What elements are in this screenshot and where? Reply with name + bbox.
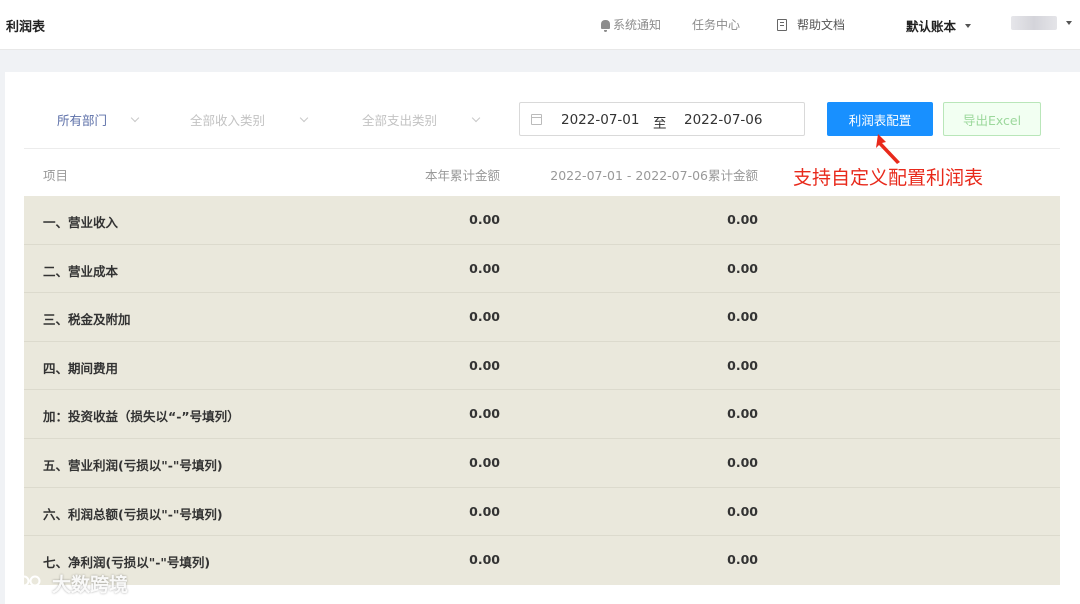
row-period-value: 0.00	[727, 455, 758, 470]
row-name: 二、营业成本	[43, 263, 119, 279]
task-center-link[interactable]: 任务中心	[692, 16, 740, 33]
caret-down-icon	[1066, 21, 1072, 25]
watermark-text: 大数跨境	[52, 574, 129, 596]
table-row: 五、营业利润(亏损以"-"号填列) 0.00 0.00	[24, 439, 1060, 488]
help-docs-link[interactable]: 帮助文档	[777, 16, 845, 33]
table-row: 一、营业收入 0.00 0.00	[24, 196, 1060, 245]
chevron-down-icon	[130, 113, 140, 122]
row-ytd-value: 0.00	[469, 552, 500, 568]
table-row: 加：投资收益（损失以“-”号填列） 0.00 0.00	[24, 390, 1060, 439]
system-notify-link[interactable]: 系统通知	[601, 16, 661, 33]
calendar-icon	[531, 114, 542, 125]
table-row: 二、营业成本 0.00 0.00	[24, 245, 1060, 294]
help-docs-label: 帮助文档	[797, 18, 846, 32]
top-bar: 利润表 系统通知 任务中心 帮助文档 默认账本	[0, 0, 1080, 50]
document-icon	[777, 18, 787, 31]
income-category-select[interactable]: 全部收入类别	[190, 110, 309, 129]
row-period-value: 0.00	[727, 260, 758, 276]
system-notify-label: 系统通知	[613, 18, 662, 32]
table-row: 六、利润总额(亏损以"-"号填列) 0.00 0.00	[24, 488, 1060, 537]
watermark: 大数跨境	[8, 570, 128, 597]
row-ytd-value: 0.00	[469, 309, 500, 325]
income-category-label: 全部收入类别	[190, 113, 266, 128]
expense-category-label: 全部支出类别	[362, 113, 438, 128]
expense-category-select[interactable]: 全部支出类别	[362, 110, 481, 129]
row-ytd-value: 0.00	[469, 503, 500, 519]
row-period-value: 0.00	[727, 552, 758, 568]
row-name: 一、营业收入	[43, 215, 119, 230]
column-header-ytd: 本年累计金额	[424, 168, 500, 183]
row-name: 四、期间费用	[43, 360, 119, 376]
row-name: 五、营业利润(亏损以"-"号填列)	[43, 458, 223, 473]
row-period-value: 0.00	[727, 212, 758, 227]
chevron-down-icon	[299, 113, 309, 122]
department-select-label: 所有部门	[57, 113, 108, 128]
avatar	[1011, 16, 1057, 30]
row-ytd-value: 0.00	[469, 260, 500, 276]
row-name: 七、净利润(亏损以"-"号填列)	[43, 555, 211, 571]
account-book-label: 默认账本	[906, 19, 957, 34]
row-period-value: 0.00	[727, 357, 758, 373]
watermark-logo-icon	[9, 575, 41, 592]
date-end-input[interactable]: 2022-07-06	[684, 112, 762, 128]
row-period-value: 0.00	[727, 309, 758, 325]
page-title: 利润表	[6, 20, 46, 35]
date-range-picker[interactable]: 2022-07-01 至 2022-07-06	[519, 102, 805, 136]
row-period-value: 0.00	[727, 406, 758, 422]
row-period-value: 0.00	[727, 503, 758, 519]
date-start-input[interactable]: 2022-07-01	[561, 112, 639, 128]
table-row: 三、税金及附加 0.00 0.00	[24, 293, 1060, 342]
account-book-dropdown[interactable]: 默认账本	[906, 16, 972, 35]
chevron-down-icon	[471, 113, 481, 122]
bell-icon	[601, 20, 610, 32]
user-menu[interactable]	[1011, 16, 1072, 30]
row-name: 三、税金及附加	[43, 312, 131, 328]
table-body: 一、营业收入 0.00 0.00 二、营业成本 0.00 0.00 三、税金及附…	[24, 196, 1060, 585]
date-separator: 至	[653, 116, 667, 132]
table-row: 七、净利润(亏损以"-"号填列) 0.00 0.00	[24, 536, 1060, 585]
profit-table-config-button[interactable]: 利润表配置	[827, 102, 933, 136]
task-center-label: 任务中心	[692, 18, 741, 32]
row-ytd-value: 0.00	[469, 212, 500, 227]
row-ytd-value: 0.00	[469, 357, 500, 373]
row-name: 六、利润总额(亏损以"-"号填列)	[43, 506, 223, 522]
table-row: 四、期间费用 0.00 0.00	[24, 342, 1060, 391]
column-header-period: 2022-07-01 - 2022-07-06累计金额	[550, 168, 758, 183]
caret-down-icon	[965, 23, 972, 28]
department-select[interactable]: 所有部门	[57, 110, 140, 129]
table-header: 项目 本年累计金额 2022-07-01 - 2022-07-06累计金额	[24, 149, 1060, 196]
row-ytd-value: 0.00	[469, 455, 500, 470]
column-header-item: 项目	[43, 168, 69, 183]
row-ytd-value: 0.00	[469, 406, 500, 422]
export-excel-button[interactable]: 导出Excel	[943, 102, 1041, 136]
row-name: 加：投资收益（损失以“-”号填列）	[43, 409, 240, 425]
